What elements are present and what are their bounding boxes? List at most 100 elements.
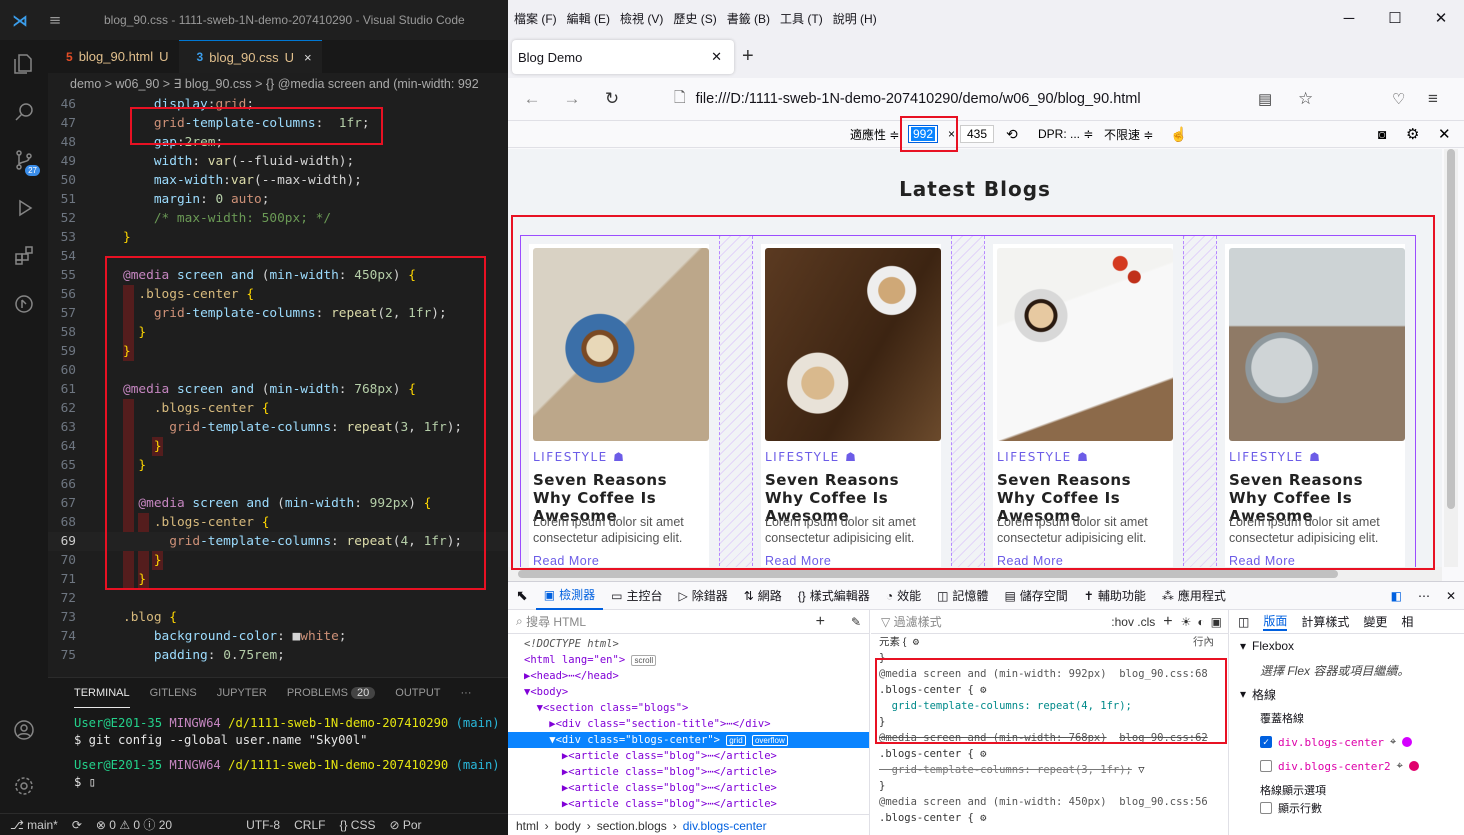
menu-file[interactable]: 檔案 (F) bbox=[514, 10, 557, 27]
screenshot-icon[interactable]: ◙ bbox=[1378, 126, 1386, 142]
tree-node[interactable]: ▶<div class="section-title">⋯</div> bbox=[524, 716, 869, 732]
device-select[interactable]: 適應性 ≑ bbox=[850, 126, 899, 143]
target-icon[interactable]: ⌖ bbox=[1397, 759, 1403, 773]
tree-node[interactable]: <!DOCTYPE html> bbox=[524, 636, 869, 652]
crumb-section[interactable]: section.blogs bbox=[597, 819, 667, 833]
tree-node[interactable]: ▶<article class="blog">⋯</article> bbox=[524, 796, 869, 812]
add-node-icon[interactable]: + bbox=[816, 613, 825, 631]
grid-item-checkbox[interactable] bbox=[1260, 760, 1272, 772]
tab-debugger[interactable]: ▷ 除錯器 bbox=[670, 587, 735, 604]
code-line[interactable]: 55 @media screen and (min-width: 450px) { bbox=[48, 266, 508, 285]
tab-console[interactable]: ▭ 主控台 bbox=[603, 587, 670, 604]
grid-display-checkbox[interactable] bbox=[1260, 802, 1272, 814]
flexbox-section[interactable]: ▾ Flexbox bbox=[1230, 634, 1464, 658]
filter-styles-input[interactable]: ▽ 過濾樣式:hov .cls + ☀ ◐ ▣ bbox=[871, 610, 1228, 634]
app-menu-icon[interactable]: ≡ bbox=[1428, 89, 1438, 109]
tab-layout[interactable]: 版面 bbox=[1263, 612, 1288, 631]
rule-line[interactable]: grid-template-columns: repeat(3, 1fr); ▽ bbox=[871, 762, 1228, 778]
overflow-badge[interactable]: overflow bbox=[751, 735, 788, 746]
tree-node[interactable]: ▶<article class="blog">⋯</article> bbox=[524, 780, 869, 796]
crumb-body[interactable]: body bbox=[555, 819, 581, 833]
tree-node[interactable]: ▶<article class="blog">⋯</article> bbox=[524, 748, 869, 764]
encoding-status[interactable]: UTF-8 bbox=[246, 818, 280, 832]
grid-color-swatch[interactable] bbox=[1402, 737, 1413, 747]
code-line[interactable]: 46 display:grid; bbox=[48, 95, 508, 114]
horizontal-scrollbar[interactable] bbox=[508, 567, 1442, 581]
port-status[interactable]: ⊘ Por bbox=[389, 818, 421, 832]
tab-accessibility[interactable]: ✝ 輔助功能 bbox=[1076, 587, 1154, 604]
tab-memory[interactable]: ◫ 記憶體 bbox=[929, 587, 996, 604]
tab-changes[interactable]: 變更 bbox=[1363, 613, 1387, 630]
tab-blog-css[interactable]: 3 blog_90.css U × bbox=[178, 40, 322, 73]
back-icon[interactable]: ← bbox=[512, 89, 552, 109]
viewport-height-input[interactable]: 435 bbox=[960, 125, 995, 143]
menu-history[interactable]: 歷史 (S) bbox=[673, 10, 716, 27]
maximize-icon[interactable]: ☐ bbox=[1372, 0, 1418, 36]
code-line[interactable]: 60 bbox=[48, 361, 508, 380]
code-line[interactable]: 66 bbox=[48, 475, 508, 494]
pseudo-class-toggle[interactable]: :hov .cls bbox=[1111, 615, 1155, 629]
rule-source[interactable]: blog_90.css:62 bbox=[1119, 732, 1208, 744]
close-devtools-icon[interactable]: ✕ bbox=[1438, 589, 1464, 603]
run-debug-icon[interactable] bbox=[0, 184, 48, 232]
extensions-icon[interactable] bbox=[0, 232, 48, 280]
code-line[interactable]: 50 max-width:var(--max-width); bbox=[48, 171, 508, 190]
devtools-menu-icon[interactable]: ⋯ bbox=[1410, 589, 1438, 603]
throttle-select[interactable]: 不限速 ≑ bbox=[1104, 126, 1153, 143]
tab-performance[interactable]: ◔ 效能 bbox=[878, 587, 929, 604]
code-line[interactable]: 72 bbox=[48, 589, 508, 608]
print-mode-icon[interactable]: ▣ bbox=[1211, 615, 1222, 629]
crumb-div[interactable]: div.blogs-center bbox=[683, 819, 767, 833]
menu-bookmarks[interactable]: 書籤 (B) bbox=[727, 10, 770, 27]
tree-node[interactable]: <html lang="en"> scroll bbox=[524, 652, 869, 668]
menu-help[interactable]: 說明 (H) bbox=[833, 10, 877, 27]
vertical-scrollbar[interactable] bbox=[1444, 149, 1458, 567]
code-line[interactable]: 49 width: var(--fluid-width); bbox=[48, 152, 508, 171]
grid-badge[interactable]: grid bbox=[726, 735, 746, 746]
breadcrumb[interactable]: demo > w06_90 > ∃ blog_90.css > {} @medi… bbox=[48, 73, 508, 95]
dark-mode-icon[interactable]: ◐ bbox=[1197, 615, 1204, 629]
timeline-icon[interactable] bbox=[0, 280, 48, 328]
read-more-link[interactable]: Read More bbox=[1229, 554, 1295, 568]
grid-section[interactable]: ▾ 格線 bbox=[1230, 682, 1464, 706]
grid-color-swatch[interactable] bbox=[1408, 761, 1419, 771]
code-line[interactable]: 63 grid-template-columns: repeat(3, 1fr)… bbox=[48, 418, 508, 437]
code-line[interactable]: 58 } bbox=[48, 323, 508, 342]
tab-gitlens[interactable]: GITLENS bbox=[150, 687, 197, 708]
dock-icon[interactable]: ◧ bbox=[1383, 589, 1410, 603]
problems-status[interactable]: ⊗ 0 ⚠ 0 ⓘ 20 bbox=[96, 816, 172, 833]
tab-application[interactable]: ⁂ 應用程式 bbox=[1154, 587, 1234, 604]
element-picker-icon[interactable]: ⬉ bbox=[508, 587, 536, 604]
explorer-icon[interactable] bbox=[0, 40, 48, 88]
grid-item-row[interactable]: ✓ div.blogs-center ⌖ bbox=[1230, 730, 1464, 754]
account-icon[interactable] bbox=[0, 706, 48, 754]
code-line[interactable]: 73 .blog { bbox=[48, 608, 508, 627]
code-line[interactable]: 56 .blogs-center { bbox=[48, 285, 508, 304]
source-control-icon[interactable]: 27 bbox=[0, 136, 48, 184]
tree-node[interactable]: ▼<body> bbox=[524, 684, 869, 700]
tab-blog-html[interactable]: 5 blog_90.html U bbox=[48, 40, 179, 73]
forward-icon[interactable]: → bbox=[552, 89, 592, 109]
code-line[interactable]: 47 grid-template-columns: 1fr; bbox=[48, 114, 508, 133]
code-line[interactable]: 68 .blogs-center { bbox=[48, 513, 508, 532]
target-icon[interactable]: ⌖ bbox=[1390, 735, 1396, 749]
settings-gear-icon[interactable] bbox=[0, 762, 48, 810]
language-status[interactable]: {} CSS bbox=[339, 818, 375, 832]
scroll-badge[interactable]: scroll bbox=[631, 655, 657, 666]
code-line[interactable]: 48 gap:2rem; bbox=[48, 133, 508, 152]
scroll-thumb[interactable] bbox=[1447, 149, 1455, 509]
grid-display-option[interactable]: 顯示行數 bbox=[1230, 802, 1464, 814]
code-line[interactable]: 53} bbox=[48, 228, 508, 247]
tab-output[interactable]: OUTPUT bbox=[395, 687, 440, 708]
code-line[interactable]: 71 } bbox=[48, 570, 508, 589]
tab-network[interactable]: ⇅ 網路 bbox=[736, 587, 790, 604]
viewport-width-input[interactable]: 992 bbox=[908, 125, 939, 143]
code-line[interactable]: 70 } bbox=[48, 551, 508, 570]
browser-tab[interactable]: Blog Demo ✕ bbox=[512, 40, 734, 74]
code-line[interactable]: 74 background-color: ■white; bbox=[48, 627, 508, 646]
tree-node[interactable]: ▶<head>⋯</head> bbox=[524, 668, 869, 684]
rule-source[interactable]: blog_90.css:56 bbox=[1119, 796, 1208, 808]
url-bar[interactable]: 🗋 file:///D:/1111-sweb-1N-demo-207410290… bbox=[674, 85, 1312, 113]
tab-storage[interactable]: ▤ 儲存空間 bbox=[996, 587, 1075, 604]
tree-node-selected[interactable]: ▼<div class="blogs-center"> grid overflo… bbox=[508, 732, 869, 748]
